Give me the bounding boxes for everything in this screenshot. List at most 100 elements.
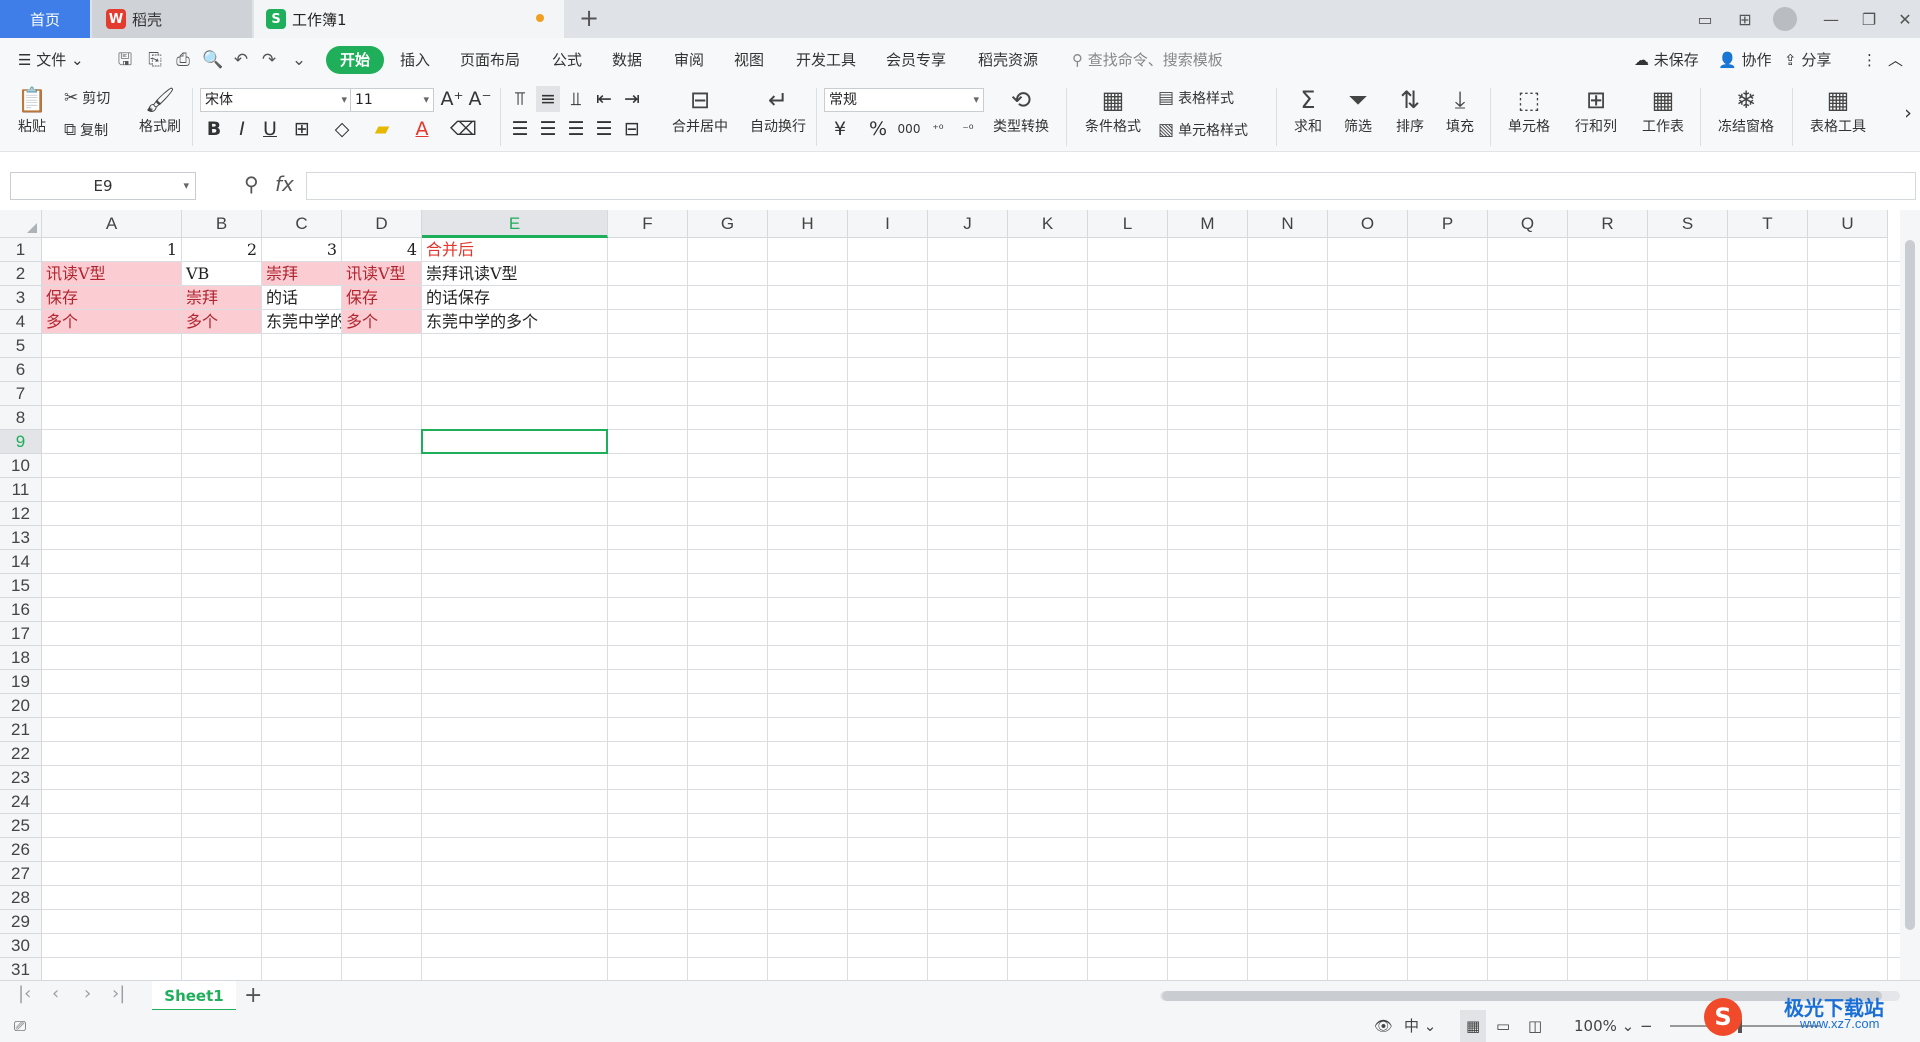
file-menu[interactable]: ☰ 文件 ⌄ <box>18 38 84 82</box>
page-layout-view-icon[interactable]: ▭ <box>1496 1010 1510 1042</box>
next-sheet-icon[interactable]: › <box>84 983 91 1004</box>
conditional-format-button[interactable]: ▦ 条件格式 <box>1076 86 1150 136</box>
row-header-6[interactable]: 6 <box>0 358 42 382</box>
tab-workbook[interactable]: S 工作簿1 <box>254 0 564 38</box>
column-header-c[interactable]: C <box>262 210 342 238</box>
new-tab-button[interactable]: + <box>574 3 604 33</box>
page-break-view-icon[interactable]: ◫ <box>1528 1010 1542 1042</box>
vertical-scroll-thumb[interactable] <box>1905 240 1915 930</box>
restore-icon[interactable]: ❐ <box>1850 0 1888 38</box>
row-header-4[interactable]: 4 <box>0 310 42 334</box>
border-icon[interactable]: ⊞ <box>290 116 314 142</box>
table-tools-button[interactable]: ▦ 表格工具 <box>1800 86 1876 136</box>
column-header-g[interactable]: G <box>688 210 768 238</box>
unsaved-cloud-button[interactable]: ☁ 未保存 <box>1634 38 1699 82</box>
collab-button[interactable]: 👤 协作 <box>1718 38 1771 82</box>
row-header-26[interactable]: 26 <box>0 838 42 862</box>
cell-e4[interactable]: 东莞中学的多个 <box>422 310 607 333</box>
font-color-icon[interactable]: A <box>410 116 434 142</box>
row-header-24[interactable]: 24 <box>0 790 42 814</box>
first-sheet-icon[interactable]: |‹ <box>18 983 31 1004</box>
zoom-select[interactable]: 100% ⌄ <box>1574 1010 1634 1042</box>
sheet-tab-sheet1[interactable]: Sheet1 <box>152 981 236 1011</box>
zoom-search-icon[interactable]: ⚲ <box>244 172 259 196</box>
menu-review[interactable]: 审阅 <box>674 38 704 82</box>
font-size-select[interactable]: 11 <box>350 88 434 112</box>
filter-button[interactable]: ⏷ 筛选 <box>1336 86 1380 136</box>
cell-c1[interactable]: 3 <box>262 238 341 261</box>
fx-icon[interactable]: fx <box>275 172 294 196</box>
row-col-button[interactable]: ⊞ 行和列 <box>1566 86 1626 136</box>
menu-member[interactable]: 会员专享 <box>886 38 946 82</box>
active-cell-selection[interactable] <box>421 429 608 454</box>
row-header-7[interactable]: 7 <box>0 382 42 406</box>
row-header-31[interactable]: 31 <box>0 958 42 980</box>
row-header-5[interactable]: 5 <box>0 334 42 358</box>
column-header-p[interactable]: P <box>1408 210 1488 238</box>
row-header-1[interactable]: 1 <box>0 238 42 262</box>
cell-b2[interactable]: VB <box>182 262 261 285</box>
minimize-icon[interactable]: — <box>1812 0 1850 38</box>
row-header-18[interactable]: 18 <box>0 646 42 670</box>
fill-button[interactable]: ⤓ 填充 <box>1438 86 1482 136</box>
menu-docer-resources[interactable]: 稻壳资源 <box>978 38 1038 82</box>
name-box[interactable]: E9 <box>10 172 196 200</box>
zoom-out-icon[interactable]: − <box>1640 1010 1653 1042</box>
cell-d2[interactable]: 讯读V型 <box>342 262 421 285</box>
spreadsheet-grid[interactable]: A B C D E F G H I J K L M N O P Q R S T U 1 2 3 4 5 6 7 8 9 10 11 12 13 14… <box>0 210 1920 980</box>
align-top-icon[interactable]: ⫪ <box>508 86 532 112</box>
row-header-14[interactable]: 14 <box>0 550 42 574</box>
row-header-29[interactable]: 29 <box>0 910 42 934</box>
indent-increase-icon[interactable]: ⇥ <box>620 86 644 112</box>
column-header-d[interactable]: D <box>342 210 422 238</box>
type-convert-button[interactable]: ⟲ 类型转换 <box>986 86 1056 136</box>
layout-icon[interactable]: ▭ <box>1686 0 1724 38</box>
font-grow-icon[interactable]: A⁺ <box>440 86 464 112</box>
more-icon[interactable]: ⋮ <box>1862 38 1877 82</box>
print-icon[interactable]: ⎙ <box>172 49 194 71</box>
column-header-b[interactable]: B <box>182 210 262 238</box>
cell-a4[interactable]: 多个 <box>42 310 181 333</box>
currency-icon[interactable]: ¥ <box>828 116 852 142</box>
thousands-icon[interactable]: 000 <box>894 116 924 142</box>
worksheet-button[interactable]: ▦ 工作表 <box>1632 86 1694 136</box>
customize-icon[interactable]: ⌄ <box>288 49 310 71</box>
merge-center-button[interactable]: ⊟ 合并居中 <box>660 86 740 136</box>
cell-e3[interactable]: 的话保存 <box>422 286 607 309</box>
ribbon-scroll-right-icon[interactable]: › <box>1896 100 1920 126</box>
font-shrink-icon[interactable]: A⁻ <box>468 86 492 112</box>
cell-d3[interactable]: 保存 <box>342 286 421 309</box>
formula-input[interactable] <box>306 172 1916 200</box>
collapse-ribbon-icon[interactable]: ︿ <box>1888 38 1903 82</box>
cell-e1[interactable]: 合并后 <box>422 238 607 261</box>
print-preview-icon[interactable]: 🔍 <box>202 49 224 71</box>
paste-button[interactable]: 📋 粘贴 <box>10 86 54 136</box>
percent-icon[interactable]: % <box>866 116 890 142</box>
row-header-19[interactable]: 19 <box>0 670 42 694</box>
auto-wrap-button[interactable]: ↵ 自动换行 <box>744 86 812 136</box>
cell-button[interactable]: ⬚ 单元格 <box>1498 86 1560 136</box>
italic-icon[interactable]: I <box>230 116 254 142</box>
sum-button[interactable]: Σ 求和 <box>1286 86 1330 136</box>
cut-button[interactable]: ✂ 剪切 <box>64 88 110 108</box>
save-icon[interactable]: 🖫 <box>114 49 136 71</box>
column-header-j[interactable]: J <box>928 210 1008 238</box>
column-header-a[interactable]: A <box>42 210 182 238</box>
eye-protect-icon[interactable]: 👁 <box>1374 1010 1393 1042</box>
export-icon[interactable]: ⎘ <box>144 49 166 71</box>
grid-apps-icon[interactable]: ⊞ <box>1726 0 1764 38</box>
row-header-15[interactable]: 15 <box>0 574 42 598</box>
underline-icon[interactable]: U <box>258 116 282 142</box>
column-header-s[interactable]: S <box>1648 210 1728 238</box>
decimal-decrease-icon[interactable]: ⁻⁰ <box>956 116 980 142</box>
cell-a2[interactable]: 讯读V型 <box>42 262 181 285</box>
cell-a3[interactable]: 保存 <box>42 286 181 309</box>
column-header-k[interactable]: K <box>1008 210 1088 238</box>
column-header-n[interactable]: N <box>1248 210 1328 238</box>
row-header-11[interactable]: 11 <box>0 478 42 502</box>
row-header-10[interactable]: 10 <box>0 454 42 478</box>
menu-start[interactable]: 开始 <box>326 46 385 74</box>
column-header-f[interactable]: F <box>608 210 688 238</box>
select-all-corner[interactable] <box>0 210 42 238</box>
cell-b3[interactable]: 崇拜 <box>182 286 261 309</box>
